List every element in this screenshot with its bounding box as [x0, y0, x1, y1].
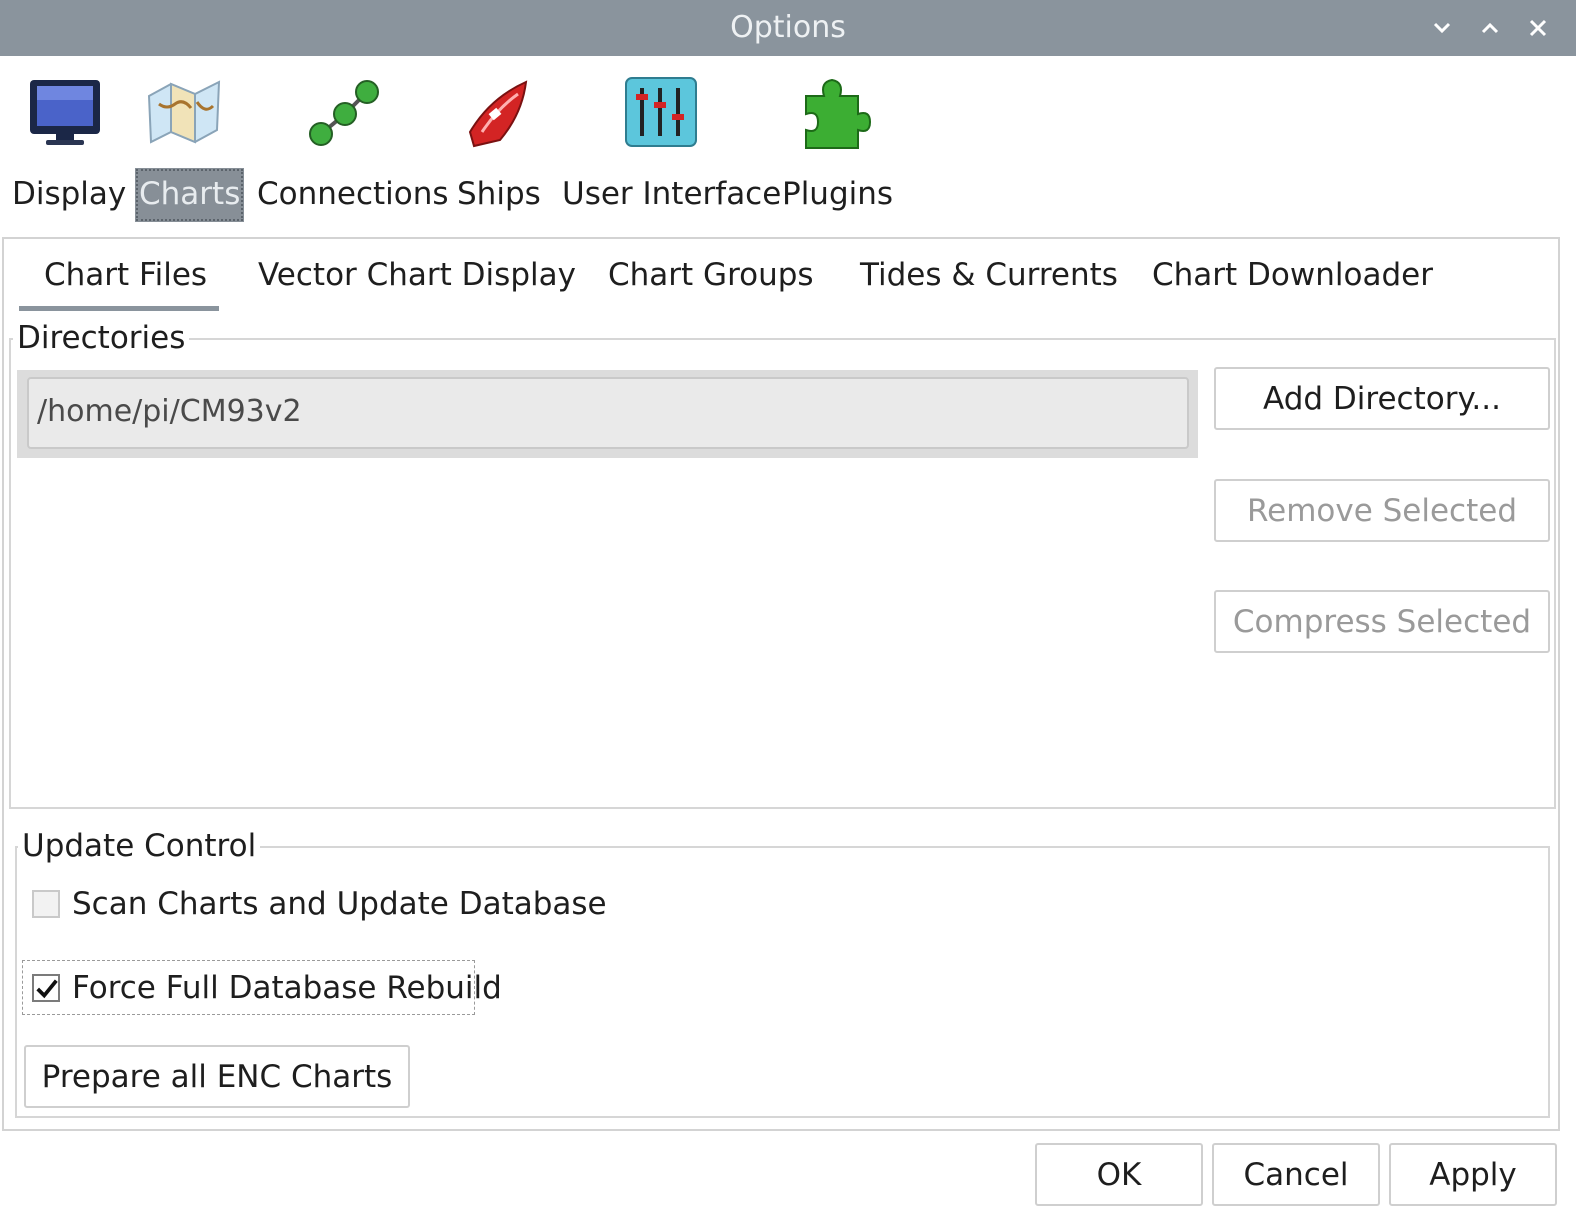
- remove-selected-button[interactable]: Remove Selected: [1214, 479, 1550, 542]
- close-icon: [1529, 19, 1547, 37]
- scan-charts-checkbox[interactable]: [32, 890, 60, 918]
- directories-legend: Directories: [13, 320, 190, 356]
- tab-vector-chart-display[interactable]: Vector Chart Display: [258, 252, 576, 304]
- category-charts[interactable]: Charts: [135, 56, 245, 226]
- folded-map-icon: [147, 80, 221, 144]
- category-label: Connections: [257, 176, 449, 212]
- compress-selected-button[interactable]: Compress Selected: [1214, 590, 1550, 653]
- category-label: Ships: [457, 176, 541, 212]
- puzzle-piece-icon: [805, 78, 872, 149]
- scan-charts-checkbox-row[interactable]: Scan Charts and Update Database: [24, 876, 607, 932]
- tab-chart-files[interactable]: Chart Files: [44, 252, 207, 304]
- minimize-button[interactable]: [1424, 10, 1460, 46]
- tab-chart-downloader[interactable]: Chart Downloader: [1152, 252, 1433, 304]
- tab-chart-groups[interactable]: Chart Groups: [608, 252, 814, 304]
- close-button[interactable]: [1520, 10, 1556, 46]
- category-label: Plugins: [782, 176, 894, 212]
- category-label: User Interface: [562, 176, 782, 212]
- category-connections[interactable]: Connections: [255, 56, 449, 226]
- scan-charts-label: Scan Charts and Update Database: [72, 886, 607, 922]
- category-user-interface[interactable]: User Interface: [560, 56, 781, 226]
- cancel-button[interactable]: Cancel: [1212, 1143, 1380, 1206]
- active-tab-indicator: [19, 306, 219, 311]
- category-plugins[interactable]: Plugins: [780, 56, 895, 226]
- force-rebuild-label: Force Full Database Rebuild: [72, 970, 502, 1006]
- maximize-button[interactable]: [1472, 10, 1508, 46]
- red-boat-icon: [468, 80, 528, 148]
- force-rebuild-checkbox[interactable]: [32, 974, 60, 1002]
- sliders-icon: [625, 77, 697, 147]
- prepare-enc-charts-button[interactable]: Prepare all ENC Charts: [24, 1045, 410, 1108]
- chevron-up-icon: [1481, 22, 1499, 34]
- category-label: Charts: [135, 168, 245, 222]
- window-title: Options: [730, 10, 846, 45]
- apply-button[interactable]: Apply: [1389, 1143, 1557, 1206]
- monitor-icon: [30, 80, 100, 145]
- chevron-down-icon: [1433, 22, 1451, 34]
- checkmark-icon: [36, 979, 58, 999]
- category-display[interactable]: Display: [10, 56, 126, 226]
- add-directory-button[interactable]: Add Directory...: [1214, 367, 1550, 430]
- update-control-legend: Update Control: [18, 828, 261, 864]
- force-rebuild-checkbox-row[interactable]: Force Full Database Rebuild: [24, 960, 502, 1016]
- category-toolbar: Display Charts Connections Ships User In…: [0, 56, 1576, 234]
- category-label: Display: [12, 176, 127, 212]
- category-ships[interactable]: Ships: [455, 56, 545, 226]
- ok-button[interactable]: OK: [1035, 1143, 1203, 1206]
- list-item[interactable]: /home/pi/CM93v2: [27, 377, 1189, 449]
- network-nodes-icon: [309, 80, 379, 146]
- tab-tides-currents[interactable]: Tides & Currents: [860, 252, 1118, 304]
